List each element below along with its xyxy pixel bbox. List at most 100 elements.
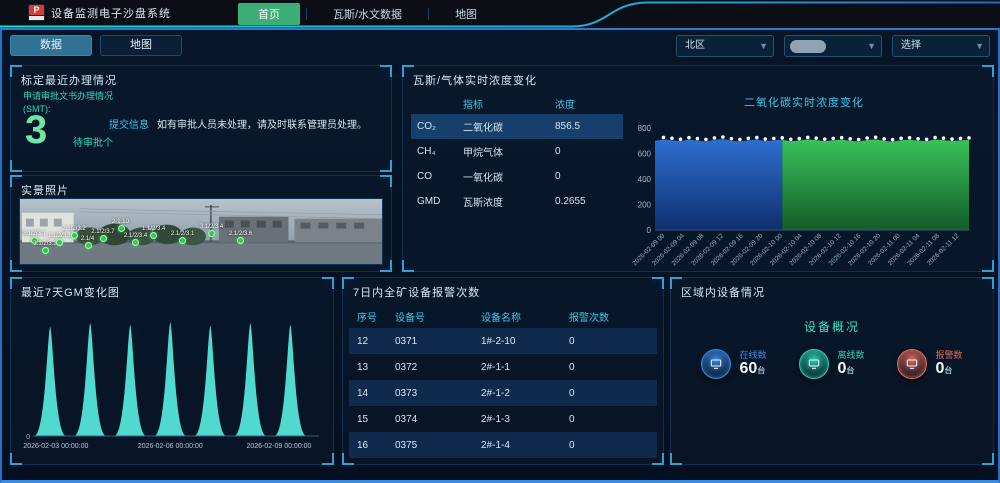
page-frame: 数据 地图 北区 ▼ ▼ 选择 ▼ 标定最近办理情况 申请审批文书办理情况 (S… (0, 28, 1000, 483)
devices-panel-title: 区域内设备情况 (671, 278, 993, 304)
gas-name: 瓦斯浓度 (463, 194, 555, 209)
cell-device-id: 0374 (395, 414, 481, 425)
table-row[interactable]: 14 0373 2#-1-2 0 (349, 380, 657, 406)
svg-text:2026-02-09 00: 2026-02-09 00 (631, 232, 666, 267)
logo-glyph: P (29, 5, 44, 15)
region-select-value: 北区 (685, 40, 705, 51)
photo-marker[interactable]: 2.1/2/3.2 (71, 232, 78, 239)
logo-base (29, 16, 44, 20)
cell-seq: 13 (357, 362, 395, 373)
cell-seq: 16 (357, 440, 395, 451)
photo-marker[interactable]: 3.1/2/3.3 (42, 247, 49, 254)
cell-device-name: 2#-1-3 (481, 414, 569, 425)
main-nav: 首页 瓦斯/水文数据 地图 (238, 3, 497, 25)
photo-marker-label: 1.1/2/3.4 (142, 225, 165, 231)
table-row[interactable]: 13 0372 2#-1-1 0 (349, 354, 657, 380)
stat-value: 0台 (935, 361, 962, 379)
gas-indicator-table: 指标 浓度 CO₂ 二氧化碳 856.5 CH₄ 甲烷气体 0 CO 一氧化碳 … (411, 92, 623, 265)
gas-row-ch4[interactable]: CH₄ 甲烷气体 0 (411, 139, 623, 164)
svg-text:2026-02-09 00:00:00: 2026-02-09 00:00:00 (246, 443, 311, 450)
device-stats: 在线数 60台 离线数 0台 报警数 0台 (671, 348, 993, 379)
gas-header-name: 指标 (463, 96, 555, 111)
device-select[interactable]: ▼ (784, 35, 882, 57)
table-row[interactable]: 16 0375 2#-1-4 0 (349, 432, 657, 458)
gas-value: 0.2655 (555, 196, 625, 207)
gas-code: CO (417, 171, 463, 182)
cell-count: 0 (569, 388, 657, 399)
gas-table-header: 指标 浓度 (411, 92, 623, 114)
region-select[interactable]: 北区 ▼ (676, 35, 774, 57)
tab-separator (306, 8, 307, 20)
stat-value: 60台 (739, 361, 766, 379)
gm-panel-title: 最近7天GM变化图 (11, 278, 333, 304)
filter-selects: 北区 ▼ ▼ 选择 ▼ (676, 35, 990, 57)
submit-info-link[interactable]: 提交信息 (109, 116, 149, 131)
scene-photo[interactable]: 3.1/2/3.1 3.1/2/3.3 1.1/2/3.12.1/2/3.2 2.1/… (19, 198, 383, 265)
gm-spike-chart[interactable]: 02026-02-03 00:00:002026-02-06 00:00:002… (17, 304, 327, 460)
cell-device-name: 2#-1-2 (481, 388, 569, 399)
map-view-button[interactable]: 地图 (100, 35, 182, 56)
photo-marker[interactable]: 1.1/2/3.4 (150, 232, 157, 239)
tab-map[interactable]: 地图 (435, 3, 497, 25)
photo-marker-label: 2.1/2/3.6 (229, 230, 252, 236)
tab-gas-water-data[interactable]: 瓦斯/水文数据 (313, 3, 422, 25)
gas-name: 二氧化碳 (463, 119, 555, 134)
gas-panel-title: 瓦斯/气体实时浓度变化 (403, 66, 993, 92)
gas-row-co2[interactable]: CO₂ 二氧化碳 856.5 (411, 114, 623, 139)
pending-count-label: 待审批个 (73, 134, 113, 149)
gas-code: CH₄ (417, 146, 463, 157)
alarm-header-device-name: 设备名称 (481, 309, 569, 324)
cell-count: 0 (569, 336, 657, 347)
cell-device-name: 2#-1-1 (481, 362, 569, 373)
svg-text:800: 800 (638, 124, 652, 133)
cell-device-id: 0372 (395, 362, 481, 373)
app-title: 设备监测电子沙盘系统 (51, 5, 171, 21)
audit-note: 如有审批人员未处理，请及时联系管理员处理。 (157, 116, 387, 131)
table-row[interactable]: 12 0371 1#-2-10 0 (349, 328, 657, 354)
photo-marker-label: 1.1/2/3.1 (48, 233, 71, 239)
app-header: P 设备监测电子沙盘系统 首页 瓦斯/水文数据 地图 (0, 0, 1000, 28)
gas-code: CO₂ (417, 121, 463, 132)
cell-count: 0 (569, 414, 657, 425)
table-row[interactable]: 15 0374 2#-1-3 0 (349, 406, 657, 432)
area-devices-panel: 区域内设备情况 设备概况 在线数 60台 离线数 0台 (670, 277, 994, 465)
app-logo-area: P 设备监测电子沙盘系统 (28, 4, 171, 21)
gas-value: 0 (555, 171, 625, 182)
pending-count: 3 (25, 108, 47, 152)
data-view-button[interactable]: 数据 (10, 35, 92, 56)
cell-seq: 12 (357, 336, 395, 347)
photo-marker[interactable]: 2.1/2/3.1 (179, 237, 186, 244)
cell-device-id: 0375 (395, 440, 481, 451)
photo-marker-label: 3.1/2/3.1 (23, 230, 46, 236)
alarm-table-header: 序号 设备号 设备名称 报警次数 (349, 304, 657, 328)
svg-text:2026-02-03 00:00:00: 2026-02-03 00:00:00 (23, 443, 88, 450)
chevron-down-icon: ▼ (759, 36, 768, 56)
photo-marker-label: 3.1/2/3.4 (200, 224, 223, 230)
photo-marker[interactable]: 2.1/4 (85, 242, 92, 249)
cell-seq: 15 (357, 414, 395, 425)
photo-marker[interactable]: 2-1.10 (118, 225, 125, 232)
cell-device-name: 1#-2-10 (481, 336, 569, 347)
cell-count: 0 (569, 362, 657, 373)
photo-marker-label: 2.1/2/3.1 (171, 230, 194, 236)
gas-code: GMD (417, 196, 463, 207)
gm-trend-panel: 最近7天GM变化图 02026-02-03 00:00:002026-02-06… (10, 277, 334, 465)
stat-online: 在线数 60台 (701, 348, 766, 379)
photo-marker-label: 2-1.10 (112, 219, 129, 225)
alarm-panel-title: 7日内全矿设备报警次数 (343, 278, 663, 304)
gas-realtime-panel: 瓦斯/气体实时浓度变化 指标 浓度 CO₂ 二氧化碳 856.5 CH₄ 甲烷气… (402, 65, 994, 272)
type-select[interactable]: 选择 ▼ (892, 35, 990, 57)
gas-row-co[interactable]: CO 一氧化碳 0 (411, 164, 623, 189)
tab-home[interactable]: 首页 (238, 3, 300, 25)
chevron-down-icon: ▼ (975, 36, 984, 56)
gas-row-gmd[interactable]: GMD 瓦斯浓度 0.2655 (411, 189, 623, 214)
svg-text:2026-02-06 00:00:00: 2026-02-06 00:00:00 (138, 443, 203, 450)
select-tag-pill (790, 40, 826, 53)
gas-header-value: 浓度 (555, 96, 625, 111)
photo-marker[interactable]: 2.1/2/3.6 (237, 237, 244, 244)
devices-subtitle: 设备概况 (671, 318, 993, 335)
alarm-header-count: 报警次数 (569, 309, 657, 324)
view-toggle-group: 数据 地图 (10, 35, 182, 56)
cell-device-id: 0373 (395, 388, 481, 399)
co2-area-chart[interactable]: 02004006008002026-02-09 002026-02-09 042… (623, 110, 979, 282)
